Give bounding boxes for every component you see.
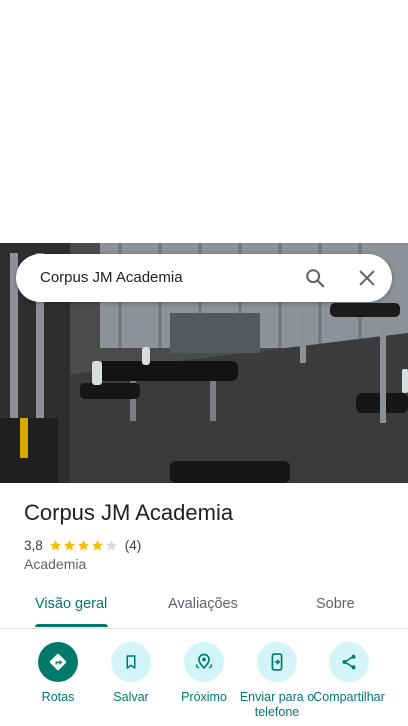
bookmark-icon [111,642,151,682]
share-label: Compartilhar [313,690,385,704]
share-icon [329,642,369,682]
search-icon[interactable] [304,267,326,289]
nearby-button[interactable]: Próximo [164,642,244,705]
star-icon [63,539,75,551]
directions-label: Rotas [41,690,75,704]
rating-stars [49,539,119,552]
share-button[interactable]: Compartilhar [309,642,389,705]
star-icon [77,539,89,551]
rating-value: 3,8 [24,537,43,553]
star-icon [49,539,61,551]
star-empty-icon [105,539,117,551]
tab-about[interactable]: Sobre [316,596,355,612]
send-to-phone-label: Enviar para o telefone [239,690,315,719]
action-bar: Rotas Salvar Próximo Enviar para o telef… [0,640,408,726]
tab-bar: Visão geral Avaliações Sobre [0,584,408,629]
save-button[interactable]: Salvar [91,642,171,705]
send-to-phone-button[interactable]: Enviar para o telefone [237,642,317,720]
nearby-icon [184,642,224,682]
save-label: Salvar [113,690,149,704]
directions-button[interactable]: Rotas [18,642,98,705]
reviews-count[interactable]: (4) [125,538,142,553]
close-icon[interactable] [356,267,378,289]
directions-icon [38,642,78,682]
place-category: Academia [24,556,87,572]
star-icon [91,539,103,551]
search-query-text[interactable]: Corpus JM Academia [40,254,183,302]
search-bar[interactable]: Corpus JM Academia [16,254,392,302]
tab-overview[interactable]: Visão geral [35,596,107,612]
send-to-phone-icon [257,642,297,682]
tab-reviews[interactable]: Avaliações [168,596,238,612]
rating-row[interactable]: 3,8 (4) [24,537,141,553]
place-title: Corpus JM Academia [24,500,234,525]
nearby-label: Próximo [181,690,227,704]
active-tab-indicator [35,624,108,627]
